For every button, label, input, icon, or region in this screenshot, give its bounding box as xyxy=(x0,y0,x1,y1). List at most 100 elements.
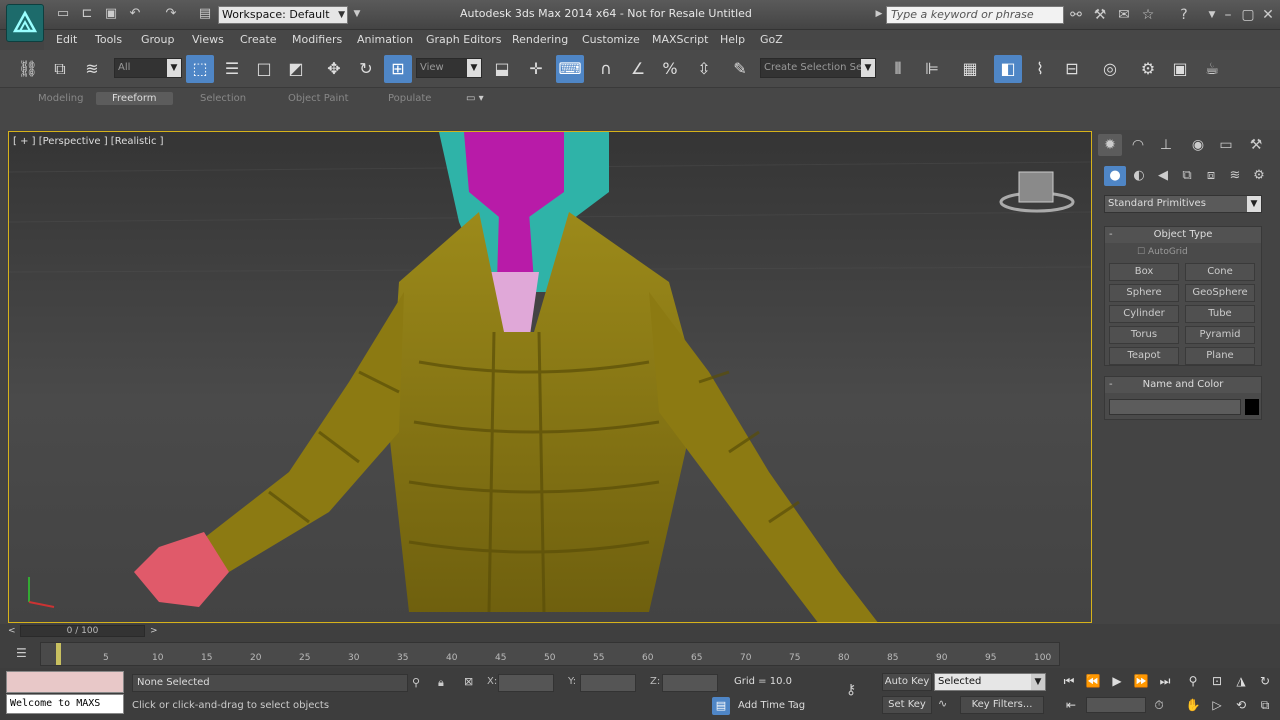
percent-snap-icon[interactable]: % xyxy=(656,55,684,83)
y-coordinate-field[interactable] xyxy=(580,674,636,692)
window-crossing-icon[interactable]: ◩ xyxy=(282,55,310,83)
current-frame-marker[interactable] xyxy=(56,643,61,665)
systems-icon[interactable]: ⚙ xyxy=(1248,166,1270,186)
quick-access-menu-icon[interactable]: ▼ xyxy=(350,7,364,21)
key-icon[interactable]: ⚷ xyxy=(846,682,856,698)
help-icon[interactable]: ? xyxy=(1176,7,1192,23)
shapes-icon[interactable]: ◐ xyxy=(1128,166,1150,186)
select-and-rotate-icon[interactable]: ↻ xyxy=(352,55,380,83)
search-input[interactable]: Type a keyword or phrase xyxy=(886,6,1064,24)
select-object-icon[interactable]: ⬚ xyxy=(186,55,214,83)
keyboard-shortcut-override-icon[interactable]: ⌨ xyxy=(556,55,584,83)
communication-center-icon[interactable]: ✉ xyxy=(1116,7,1132,23)
orbit-icon[interactable]: ↻ xyxy=(1256,672,1274,690)
pan-view-icon[interactable]: ✋ xyxy=(1184,696,1202,714)
binoculars-icon[interactable]: ⚯ xyxy=(1068,7,1084,23)
maxscript-output[interactable]: Welcome to MAXS xyxy=(6,694,124,714)
menu-create[interactable]: Create xyxy=(240,33,277,46)
redo-icon[interactable]: ↷ xyxy=(164,7,178,21)
teapot-button[interactable]: Teapot xyxy=(1109,347,1179,365)
arc-rotate-icon[interactable]: ⟲ xyxy=(1232,696,1250,714)
menu-animation[interactable]: Animation xyxy=(357,33,413,46)
select-and-move-icon[interactable]: ✥ xyxy=(320,55,348,83)
viewport-label[interactable]: [ + ] [Perspective ] [Realistic ] xyxy=(13,136,164,147)
primitive-category-dropdown[interactable]: Standard Primitives ▼ xyxy=(1104,195,1262,213)
menu-group[interactable]: Group xyxy=(141,33,175,46)
play-icon[interactable]: ▶ xyxy=(1108,672,1126,690)
utilities-tab-icon[interactable]: ⚒ xyxy=(1244,134,1268,156)
select-and-link-icon[interactable]: ⛓ xyxy=(14,55,42,83)
set-key-button[interactable]: Set Key xyxy=(882,696,932,714)
curve-editor-icon[interactable]: ⌇ xyxy=(1026,55,1054,83)
save-icon[interactable]: ▣ xyxy=(104,7,118,21)
select-and-scale-icon[interactable]: ⊞ xyxy=(384,55,412,83)
rendered-frame-window-icon[interactable]: ▣ xyxy=(1166,55,1194,83)
object-name-field[interactable] xyxy=(1109,399,1241,415)
ribbon-tab-object-paint[interactable]: Object Paint xyxy=(288,93,349,104)
key-tools-icon[interactable]: ⚒ xyxy=(1092,7,1108,23)
menu-modifiers[interactable]: Modifiers xyxy=(292,33,342,46)
key-filters-button[interactable]: Key Filters... xyxy=(960,696,1044,714)
selection-lock-icon[interactable]: 🔒︎ xyxy=(438,676,444,690)
time-slider[interactable]: 0 / 100 xyxy=(20,625,145,637)
material-editor-icon[interactable]: ◎ xyxy=(1096,55,1124,83)
chevron-down-icon[interactable]: ▼ xyxy=(1204,7,1220,23)
undo-icon[interactable]: ↶ xyxy=(128,7,142,21)
x-coordinate-field[interactable] xyxy=(498,674,554,692)
minimize-icon[interactable]: – xyxy=(1220,7,1236,23)
key-mode-toggle-icon[interactable]: ⇤ xyxy=(1062,696,1080,714)
z-coordinate-field[interactable] xyxy=(662,674,718,692)
go-to-end-icon[interactable]: ⏭ xyxy=(1156,672,1174,690)
pin-icon[interactable]: ⚲ xyxy=(412,676,420,689)
go-to-start-icon[interactable]: ⏮ xyxy=(1060,672,1078,690)
menu-customize[interactable]: Customize xyxy=(582,33,640,46)
prev-frame-icon[interactable]: < xyxy=(8,626,16,636)
auto-key-button[interactable]: Auto Key xyxy=(882,673,932,691)
motion-tab-icon[interactable]: ◉ xyxy=(1186,134,1210,156)
object-color-swatch[interactable] xyxy=(1245,399,1259,415)
sphere-button[interactable]: Sphere xyxy=(1109,284,1179,302)
render-production-icon[interactable]: ☕ xyxy=(1198,55,1226,83)
menu-help[interactable]: Help xyxy=(720,33,745,46)
align-icon[interactable]: ⊫ xyxy=(918,55,946,83)
app-logo-icon[interactable] xyxy=(6,4,44,42)
unlink-icon[interactable]: ⧉ xyxy=(46,55,74,83)
current-frame-field[interactable] xyxy=(1086,697,1146,713)
object-type-header[interactable]: - Object Type xyxy=(1105,227,1261,243)
modify-tab-icon[interactable]: ◠ xyxy=(1126,134,1150,156)
menu-tools[interactable]: Tools xyxy=(95,33,122,46)
key-curve-icon[interactable]: ∿ xyxy=(938,697,947,710)
ribbon-options-icon[interactable]: ▭ ▾ xyxy=(466,93,484,104)
menu-rendering[interactable]: Rendering xyxy=(512,33,568,46)
project-folder-icon[interactable]: ▤ xyxy=(198,7,212,21)
ribbon-tab-freeform[interactable]: Freeform xyxy=(96,92,173,105)
open-file-icon[interactable]: ⊏ xyxy=(80,7,94,21)
tube-button[interactable]: Tube xyxy=(1185,305,1255,323)
spinner-snap-icon[interactable]: ⇳ xyxy=(690,55,718,83)
ribbon-tab-modeling[interactable]: Modeling xyxy=(38,93,84,104)
graphite-modeling-tools-icon[interactable]: ◧ xyxy=(994,55,1022,83)
ribbon-tab-populate[interactable]: Populate xyxy=(388,93,431,104)
lights-icon[interactable]: ◀ xyxy=(1152,166,1174,186)
cone-button[interactable]: Cone xyxy=(1185,263,1255,281)
workspace-dropdown[interactable]: Workspace: Default ▼ xyxy=(218,6,348,24)
zoom-viewport-icon[interactable]: ⚲ xyxy=(1184,672,1202,690)
pivot-point-icon[interactable]: ⬓ xyxy=(488,55,516,83)
previous-frame-icon[interactable]: ⏪ xyxy=(1084,672,1102,690)
new-file-icon[interactable]: ▭ xyxy=(56,7,70,21)
chevron-right-icon[interactable]: ▶ xyxy=(872,7,886,21)
select-by-name-icon[interactable]: ☰ xyxy=(218,55,246,83)
helpers-icon[interactable]: ⧈ xyxy=(1200,166,1222,186)
menu-views[interactable]: Views xyxy=(192,33,224,46)
angle-snap-icon[interactable]: ∠ xyxy=(624,55,652,83)
time-config-icon[interactable]: ⏱ xyxy=(1150,696,1168,714)
plane-button[interactable]: Plane xyxy=(1185,347,1255,365)
next-frame-icon[interactable]: > xyxy=(150,626,158,636)
key-mode-dropdown[interactable]: Selected ▼ xyxy=(934,673,1046,691)
reference-coordinate-dropdown[interactable]: View ▼ xyxy=(416,58,482,78)
absolute-mode-icon[interactable]: ⊠ xyxy=(464,675,473,688)
mirror-icon[interactable]: ⫴ xyxy=(884,55,912,83)
perspective-viewport[interactable]: [ + ] [Perspective ] [Realistic ] xyxy=(8,131,1092,623)
render-setup-icon[interactable]: ⚙ xyxy=(1134,55,1162,83)
pyramid-button[interactable]: Pyramid xyxy=(1185,326,1255,344)
